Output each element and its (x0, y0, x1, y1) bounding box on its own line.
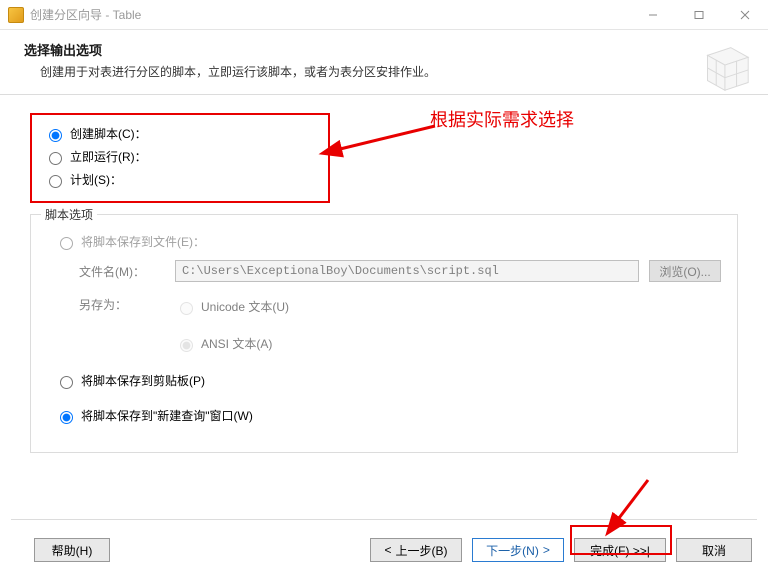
option-schedule[interactable]: 计划(S)： (44, 171, 742, 188)
radio-run-now[interactable] (49, 152, 62, 165)
option-save-to-file[interactable]: 将脚本保存到文件(E)： (55, 233, 721, 250)
divider (11, 519, 757, 520)
label-run-now: 立即运行(R)： (70, 148, 147, 165)
save-as-row: 另存为： Unicode 文本(U) ANSI 文本(A) (79, 292, 721, 358)
radio-create-script[interactable] (49, 129, 62, 142)
minimize-button[interactable] (630, 0, 676, 30)
window-title: 创建分区向导 - Table (30, 6, 630, 23)
back-button-label: 上一步(B) (396, 542, 448, 559)
option-ansi[interactable]: ANSI 文本(A) (175, 335, 289, 352)
page-title: 选择输出选项 (24, 40, 744, 59)
radio-save-to-file[interactable] (60, 237, 73, 250)
content-area: 创建脚本(C)： 立即运行(R)： 计划(S)： 脚本选项 将脚本保存到文件(E… (0, 95, 768, 453)
label-schedule: 计划(S)： (70, 171, 122, 188)
output-option-group: 创建脚本(C)： 立即运行(R)： 计划(S)： (26, 109, 742, 214)
radio-unicode[interactable] (180, 302, 193, 315)
option-create-script[interactable]: 创建脚本(C)： (44, 125, 742, 142)
radio-save-to-clipboard[interactable] (60, 376, 73, 389)
maximize-button[interactable] (676, 0, 722, 30)
option-unicode[interactable]: Unicode 文本(U) (175, 298, 289, 315)
label-save-to-new-query: 将脚本保存到"新建查询"窗口(W) (81, 407, 253, 424)
window-controls (630, 0, 768, 30)
option-run-now[interactable]: 立即运行(R)： (44, 148, 742, 165)
label-save-to-file: 将脚本保存到文件(E)： (81, 233, 205, 250)
radio-save-to-new-query[interactable] (60, 411, 73, 424)
close-button[interactable] (722, 0, 768, 30)
app-icon (8, 7, 24, 23)
label-unicode: Unicode 文本(U) (201, 298, 289, 315)
wizard-header: 选择输出选项 创建用于对表进行分区的脚本，立即运行该脚本，或者为表分区安排作业。 (0, 30, 768, 94)
page-subtitle: 创建用于对表进行分区的脚本，立即运行该脚本，或者为表分区安排作业。 (40, 63, 744, 80)
script-options-fieldset: 脚本选项 将脚本保存到文件(E)： 文件名(M)： 浏览(O)... 另存为： (30, 214, 738, 453)
filename-input[interactable] (175, 260, 639, 282)
cancel-button[interactable]: 取消 (676, 538, 752, 562)
next-button-label: 下一步(N) (486, 542, 539, 559)
annotation-arrow-finish (608, 478, 658, 528)
chevron-right-icon: > (543, 543, 550, 557)
decorative-cube-icon (692, 36, 754, 98)
option-save-to-new-query[interactable]: 将脚本保存到"新建查询"窗口(W) (55, 407, 721, 424)
save-as-label: 另存为： (79, 292, 175, 358)
titlebar: 创建分区向导 - Table (0, 0, 768, 30)
button-bar: 帮助(H) < 上一步(B) 下一步(N) > 完成(F) >>| 取消 (0, 528, 768, 578)
radio-ansi[interactable] (180, 339, 193, 352)
option-save-to-clipboard[interactable]: 将脚本保存到剪贴板(P) (55, 372, 721, 389)
help-button[interactable]: 帮助(H) (34, 538, 110, 562)
back-button[interactable]: < 上一步(B) (370, 538, 462, 562)
finish-button[interactable]: 完成(F) >>| (574, 538, 666, 562)
browse-button[interactable]: 浏览(O)... (649, 260, 721, 282)
label-save-to-clipboard: 将脚本保存到剪贴板(P) (81, 372, 205, 389)
filename-row: 文件名(M)： 浏览(O)... (79, 260, 721, 282)
label-ansi: ANSI 文本(A) (201, 335, 272, 352)
radio-schedule[interactable] (49, 175, 62, 188)
filename-label: 文件名(M)： (79, 263, 175, 280)
script-options-legend: 脚本选项 (41, 206, 97, 223)
label-create-script: 创建脚本(C)： (70, 125, 147, 142)
chevron-left-icon: < (384, 543, 391, 557)
next-button[interactable]: 下一步(N) > (472, 538, 564, 562)
